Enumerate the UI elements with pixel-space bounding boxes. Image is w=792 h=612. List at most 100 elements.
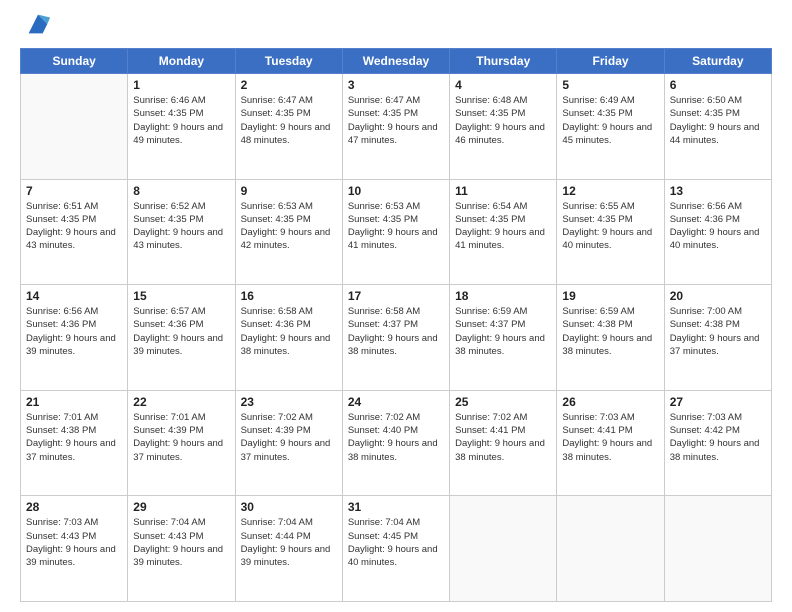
calendar-table: SundayMondayTuesdayWednesdayThursdayFrid…: [20, 48, 772, 602]
calendar-cell: [21, 74, 128, 180]
day-number: 9: [241, 184, 337, 198]
day-number: 5: [562, 78, 658, 92]
calendar-cell: 20 Sunrise: 7:00 AMSunset: 4:38 PMDayligh…: [664, 285, 771, 391]
day-number: 13: [670, 184, 766, 198]
day-number: 21: [26, 395, 122, 409]
calendar-cell: 26 Sunrise: 7:03 AMSunset: 4:41 PMDayligh…: [557, 390, 664, 496]
day-number: 24: [348, 395, 444, 409]
day-number: 23: [241, 395, 337, 409]
day-number: 10: [348, 184, 444, 198]
day-number: 30: [241, 500, 337, 514]
cell-info: Sunrise: 6:47 AMSunset: 4:35 PMDaylight:…: [348, 94, 444, 147]
calendar-week-row: 28 Sunrise: 7:03 AMSunset: 4:43 PMDayligh…: [21, 496, 772, 602]
cell-info: Sunrise: 6:53 AMSunset: 4:35 PMDaylight:…: [241, 200, 337, 253]
cell-info: Sunrise: 6:57 AMSunset: 4:36 PMDaylight:…: [133, 305, 229, 358]
cell-info: Sunrise: 6:59 AMSunset: 4:38 PMDaylight:…: [562, 305, 658, 358]
calendar-cell: 13 Sunrise: 6:56 AMSunset: 4:36 PMDayligh…: [664, 179, 771, 285]
day-number: 1: [133, 78, 229, 92]
calendar-cell: 1 Sunrise: 6:46 AMSunset: 4:35 PMDaylight…: [128, 74, 235, 180]
day-number: 28: [26, 500, 122, 514]
day-number: 20: [670, 289, 766, 303]
cell-info: Sunrise: 7:02 AMSunset: 4:39 PMDaylight:…: [241, 411, 337, 464]
day-number: 31: [348, 500, 444, 514]
day-number: 6: [670, 78, 766, 92]
cell-info: Sunrise: 6:48 AMSunset: 4:35 PMDaylight:…: [455, 94, 551, 147]
calendar-week-row: 1 Sunrise: 6:46 AMSunset: 4:35 PMDaylight…: [21, 74, 772, 180]
calendar-cell: [664, 496, 771, 602]
day-number: 26: [562, 395, 658, 409]
calendar-cell: 11 Sunrise: 6:54 AMSunset: 4:35 PMDayligh…: [450, 179, 557, 285]
day-number: 25: [455, 395, 551, 409]
calendar-cell: 30 Sunrise: 7:04 AMSunset: 4:44 PMDayligh…: [235, 496, 342, 602]
cell-info: Sunrise: 7:02 AMSunset: 4:41 PMDaylight:…: [455, 411, 551, 464]
day-number: 29: [133, 500, 229, 514]
calendar-cell: 14 Sunrise: 6:56 AMSunset: 4:36 PMDayligh…: [21, 285, 128, 391]
calendar-cell: 16 Sunrise: 6:58 AMSunset: 4:36 PMDayligh…: [235, 285, 342, 391]
day-number: 15: [133, 289, 229, 303]
calendar-cell: 22 Sunrise: 7:01 AMSunset: 4:39 PMDayligh…: [128, 390, 235, 496]
cell-info: Sunrise: 7:01 AMSunset: 4:39 PMDaylight:…: [133, 411, 229, 464]
cell-info: Sunrise: 6:56 AMSunset: 4:36 PMDaylight:…: [26, 305, 122, 358]
day-number: 7: [26, 184, 122, 198]
day-number: 3: [348, 78, 444, 92]
calendar-cell: 21 Sunrise: 7:01 AMSunset: 4:38 PMDayligh…: [21, 390, 128, 496]
calendar-cell: 28 Sunrise: 7:03 AMSunset: 4:43 PMDayligh…: [21, 496, 128, 602]
day-number: 27: [670, 395, 766, 409]
calendar-cell: 12 Sunrise: 6:55 AMSunset: 4:35 PMDayligh…: [557, 179, 664, 285]
calendar-cell: 17 Sunrise: 6:58 AMSunset: 4:37 PMDayligh…: [342, 285, 449, 391]
weekday-header: Monday: [128, 49, 235, 74]
cell-info: Sunrise: 7:04 AMSunset: 4:45 PMDaylight:…: [348, 516, 444, 569]
day-number: 17: [348, 289, 444, 303]
cell-info: Sunrise: 6:47 AMSunset: 4:35 PMDaylight:…: [241, 94, 337, 147]
day-number: 16: [241, 289, 337, 303]
logo-icon: [24, 10, 52, 38]
calendar-cell: 24 Sunrise: 7:02 AMSunset: 4:40 PMDayligh…: [342, 390, 449, 496]
cell-info: Sunrise: 7:03 AMSunset: 4:43 PMDaylight:…: [26, 516, 122, 569]
cell-info: Sunrise: 6:56 AMSunset: 4:36 PMDaylight:…: [670, 200, 766, 253]
calendar-cell: 10 Sunrise: 6:53 AMSunset: 4:35 PMDayligh…: [342, 179, 449, 285]
calendar-cell: 5 Sunrise: 6:49 AMSunset: 4:35 PMDaylight…: [557, 74, 664, 180]
cell-info: Sunrise: 6:50 AMSunset: 4:35 PMDaylight:…: [670, 94, 766, 147]
cell-info: Sunrise: 6:58 AMSunset: 4:37 PMDaylight:…: [348, 305, 444, 358]
weekday-header: Tuesday: [235, 49, 342, 74]
cell-info: Sunrise: 6:52 AMSunset: 4:35 PMDaylight:…: [133, 200, 229, 253]
cell-info: Sunrise: 6:54 AMSunset: 4:35 PMDaylight:…: [455, 200, 551, 253]
weekday-header: Sunday: [21, 49, 128, 74]
calendar-cell: 15 Sunrise: 6:57 AMSunset: 4:36 PMDayligh…: [128, 285, 235, 391]
day-number: 18: [455, 289, 551, 303]
calendar-cell: 25 Sunrise: 7:02 AMSunset: 4:41 PMDayligh…: [450, 390, 557, 496]
logo: [20, 18, 52, 38]
calendar-cell: 19Sunrise: 6:59 AMSunset: 4:38 PMDayligh…: [557, 285, 664, 391]
calendar-cell: 6 Sunrise: 6:50 AMSunset: 4:35 PMDaylight…: [664, 74, 771, 180]
calendar-cell: 27 Sunrise: 7:03 AMSunset: 4:42 PMDayligh…: [664, 390, 771, 496]
weekday-header: Friday: [557, 49, 664, 74]
calendar-cell: 2Sunrise: 6:47 AMSunset: 4:35 PMDaylight…: [235, 74, 342, 180]
cell-info: Sunrise: 7:01 AMSunset: 4:38 PMDaylight:…: [26, 411, 122, 464]
weekday-header: Saturday: [664, 49, 771, 74]
day-number: 4: [455, 78, 551, 92]
calendar-cell: 29 Sunrise: 7:04 AMSunset: 4:43 PMDayligh…: [128, 496, 235, 602]
cell-info: Sunrise: 6:55 AMSunset: 4:35 PMDaylight:…: [562, 200, 658, 253]
cell-info: Sunrise: 7:00 AMSunset: 4:38 PMDaylight:…: [670, 305, 766, 358]
calendar-cell: 7Sunrise: 6:51 AMSunset: 4:35 PMDaylight…: [21, 179, 128, 285]
calendar-cell: 4 Sunrise: 6:48 AMSunset: 4:35 PMDaylight…: [450, 74, 557, 180]
cell-info: Sunrise: 7:03 AMSunset: 4:42 PMDaylight:…: [670, 411, 766, 464]
day-number: 22: [133, 395, 229, 409]
calendar-cell: 31 Sunrise: 7:04 AMSunset: 4:45 PMDayligh…: [342, 496, 449, 602]
weekday-header: Wednesday: [342, 49, 449, 74]
cell-info: Sunrise: 6:49 AMSunset: 4:35 PMDaylight:…: [562, 94, 658, 147]
cell-info: Sunrise: 7:04 AMSunset: 4:44 PMDaylight:…: [241, 516, 337, 569]
cell-info: Sunrise: 6:46 AMSunset: 4:35 PMDaylight:…: [133, 94, 229, 147]
day-number: 14: [26, 289, 122, 303]
cell-info: Sunrise: 7:02 AMSunset: 4:40 PMDaylight:…: [348, 411, 444, 464]
cell-info: Sunrise: 6:53 AMSunset: 4:35 PMDaylight:…: [348, 200, 444, 253]
day-number: 12: [562, 184, 658, 198]
cell-info: Sunrise: 7:03 AMSunset: 4:41 PMDaylight:…: [562, 411, 658, 464]
day-number: 8: [133, 184, 229, 198]
header: [20, 18, 772, 38]
calendar-cell: [450, 496, 557, 602]
cell-info: Sunrise: 7:04 AMSunset: 4:43 PMDaylight:…: [133, 516, 229, 569]
day-number: 11: [455, 184, 551, 198]
cell-info: Sunrise: 6:58 AMSunset: 4:36 PMDaylight:…: [241, 305, 337, 358]
calendar-week-row: 21 Sunrise: 7:01 AMSunset: 4:38 PMDayligh…: [21, 390, 772, 496]
